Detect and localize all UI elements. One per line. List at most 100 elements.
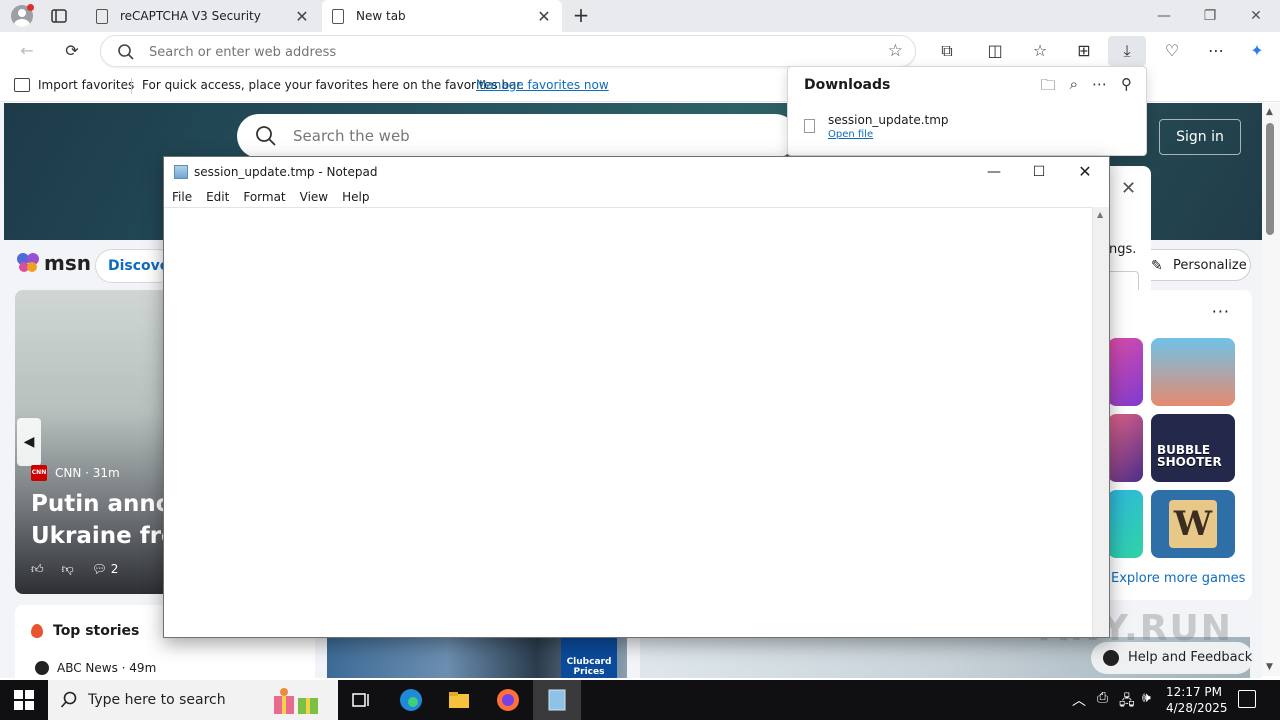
msn-butterfly-icon <box>17 253 39 272</box>
tab-actions-icon[interactable] <box>50 7 68 25</box>
game-tile-bubble-shooter[interactable]: BUBBLE SHOOTER <box>1151 414 1235 482</box>
file-explorer-icon[interactable] <box>444 685 474 715</box>
notepad-title: session_update.tmp - Notepad <box>194 165 378 179</box>
like-icon[interactable]: 👍︎ <box>31 562 44 577</box>
menu-file[interactable]: File <box>172 187 192 207</box>
split-screen-icon[interactable]: ◫ <box>984 40 1006 62</box>
file-icon <box>804 119 815 133</box>
help-feedback-button[interactable]: Help and Feedback <box>1091 642 1253 674</box>
notepad-taskbar-button[interactable] <box>533 680 581 720</box>
tab-title: reCAPTCHA V3 Security <box>120 9 261 23</box>
firefox-icon[interactable] <box>493 685 523 715</box>
notepad-text-area[interactable] <box>164 207 1092 637</box>
scroll-up-icon[interactable]: ▲ <box>1097 210 1103 219</box>
scroll-down-icon[interactable]: ▼ <box>1266 662 1273 672</box>
open-file-link[interactable]: Open file <box>828 129 949 140</box>
notepad-menu-bar: File Edit Format View Help <box>164 187 1109 207</box>
game-tile[interactable] <box>1108 414 1143 482</box>
tab-close-icon[interactable]: ✕ <box>294 7 310 26</box>
volume-icon[interactable]: 🕪︎ <box>1142 690 1151 706</box>
tab-recaptcha[interactable]: reCAPTCHA V3 Security ✕ <box>86 0 320 32</box>
downloads-flyout: Downloads 🗀︎ ⌕ ⋯ ⚲ session_update.tmp Op… <box>787 66 1147 156</box>
web-search-box[interactable]: Search the web <box>237 114 797 158</box>
personalize-button[interactable]: ✎ Personalize <box>1136 249 1251 281</box>
notepad-maximize-button[interactable]: ☐ <box>1024 161 1054 183</box>
windows-taskbar: Type here to search ︿ ⎙ 🖧︎ 🕪︎ 12:17 PM 4… <box>0 680 1280 720</box>
restore-button[interactable]: ❐ <box>1200 6 1220 26</box>
notification-text-fragment: ngs. <box>1109 242 1137 257</box>
show-hidden-icons-chevron-icon[interactable]: ︿ <box>1072 690 1086 710</box>
downloads-icon[interactable]: ⤓ <box>1108 36 1146 66</box>
taskbar-search-box[interactable]: Type here to search <box>48 680 338 720</box>
refresh-icon[interactable]: ⟳ <box>61 40 83 62</box>
msn-logo[interactable]: msn <box>16 251 91 275</box>
menu-format[interactable]: Format <box>243 187 285 207</box>
hero-story-card[interactable]: ◀ CNN CNN · 31m Putin announces Ukraine … <box>15 290 175 594</box>
new-tab-button[interactable]: + <box>570 4 592 26</box>
downloads-title: Downloads <box>804 77 891 93</box>
more-options-icon[interactable]: ··· <box>1212 302 1230 321</box>
personalize-label: Personalize <box>1173 258 1247 273</box>
download-item[interactable]: session_update.tmp Open file <box>804 113 949 140</box>
browser-essentials-icon[interactable]: ♡ <box>1161 40 1183 62</box>
manage-favorites-link[interactable]: Manage favorites now <box>476 78 609 92</box>
close-icon[interactable]: ✕ <box>1121 178 1136 199</box>
comments-button[interactable]: 💬︎ 2 <box>92 562 119 577</box>
notepad-title-bar[interactable]: session_update.tmp - Notepad — ☐ ✕ <box>164 157 1109 187</box>
notepad-scrollbar[interactable]: ▲ <box>1092 207 1109 637</box>
dislike-icon[interactable]: 👎︎ <box>62 562 74 577</box>
game-tile[interactable] <box>1108 490 1143 558</box>
pin-icon[interactable]: ⚲ <box>1121 75 1132 100</box>
search-downloads-icon[interactable]: ⌕ <box>1070 75 1078 100</box>
explore-more-games-link[interactable]: Explore more games <box>1111 571 1245 586</box>
back-arrow-icon[interactable]: ← <box>16 40 38 62</box>
favorite-star-icon[interactable]: ☆ <box>888 41 903 61</box>
import-icon <box>14 78 30 92</box>
page-scrollbar[interactable]: ▲ ▼ <box>1262 103 1280 676</box>
close-window-button[interactable]: ✕ <box>1246 6 1266 26</box>
tab-close-icon[interactable]: ✕ <box>536 7 552 26</box>
copilot-icon[interactable]: ✦ <box>1246 40 1268 62</box>
comment-count: 2 <box>110 562 119 576</box>
download-file-name: session_update.tmp <box>828 113 949 127</box>
favorites-message: For quick access, place your favorites h… <box>142 78 525 92</box>
clubcard-ad[interactable]: Clubcard Prices <box>561 637 617 678</box>
abc-news-icon <box>35 661 49 675</box>
menu-view[interactable]: View <box>300 187 328 207</box>
windows-start-icon[interactable] <box>14 690 34 710</box>
edge-browser-icon[interactable] <box>396 685 426 715</box>
more-menu-icon[interactable]: ⋯ <box>1205 40 1227 62</box>
collections-icon[interactable]: ⊞ <box>1073 40 1095 62</box>
notepad-minimize-button[interactable]: — <box>979 161 1009 183</box>
downloads-actions: 🗀︎ ⌕ ⋯ ⚲ <box>1041 75 1132 100</box>
scroll-up-icon[interactable]: ▲ <box>1266 107 1273 117</box>
game-tile-scrabble[interactable]: W <box>1151 490 1235 558</box>
scroll-thumb[interactable] <box>1266 123 1274 235</box>
device-icon[interactable]: ⎙ <box>1097 690 1108 706</box>
game-tile[interactable] <box>1108 338 1143 406</box>
favorites-icon[interactable]: ☆ <box>1029 40 1051 62</box>
address-bar[interactable]: ☆ <box>100 35 916 67</box>
scrabble-tile-icon: W <box>1169 500 1217 548</box>
games-card: ··· BUBBLE SHOOTER W Explore more games <box>1100 290 1252 600</box>
menu-help[interactable]: Help <box>342 187 369 207</box>
address-input[interactable] <box>149 42 849 62</box>
extensions-icon[interactable]: ⧉ <box>936 40 958 62</box>
notepad-close-button[interactable]: ✕ <box>1070 161 1100 183</box>
minimize-button[interactable]: — <box>1154 6 1174 26</box>
task-view-icon[interactable] <box>345 685 375 715</box>
story-headline[interactable]: Putin announces Ukraine fron <box>31 488 175 552</box>
open-folder-icon[interactable]: 🗀︎ <box>1041 75 1056 100</box>
taskbar-clock[interactable]: 12:17 PM 4/28/2025 <box>1166 684 1228 716</box>
action-center-icon[interactable] <box>1238 690 1256 708</box>
story-actions: 👍︎ 👎︎ 💬︎ 2 <box>31 562 118 577</box>
story-source-text: CNN · 31m <box>55 466 120 480</box>
menu-edit[interactable]: Edit <box>206 187 229 207</box>
more-options-icon[interactable]: ⋯ <box>1092 75 1107 100</box>
tab-new-tab[interactable]: New tab ✕ <box>322 0 562 32</box>
sign-in-button[interactable]: Sign in <box>1159 119 1241 155</box>
game-tile[interactable] <box>1151 338 1235 406</box>
carousel-prev-button[interactable]: ◀ <box>17 418 41 466</box>
network-icon[interactable]: 🖧︎ <box>1119 690 1135 714</box>
import-favorites-button[interactable]: Import favorites <box>14 78 134 92</box>
